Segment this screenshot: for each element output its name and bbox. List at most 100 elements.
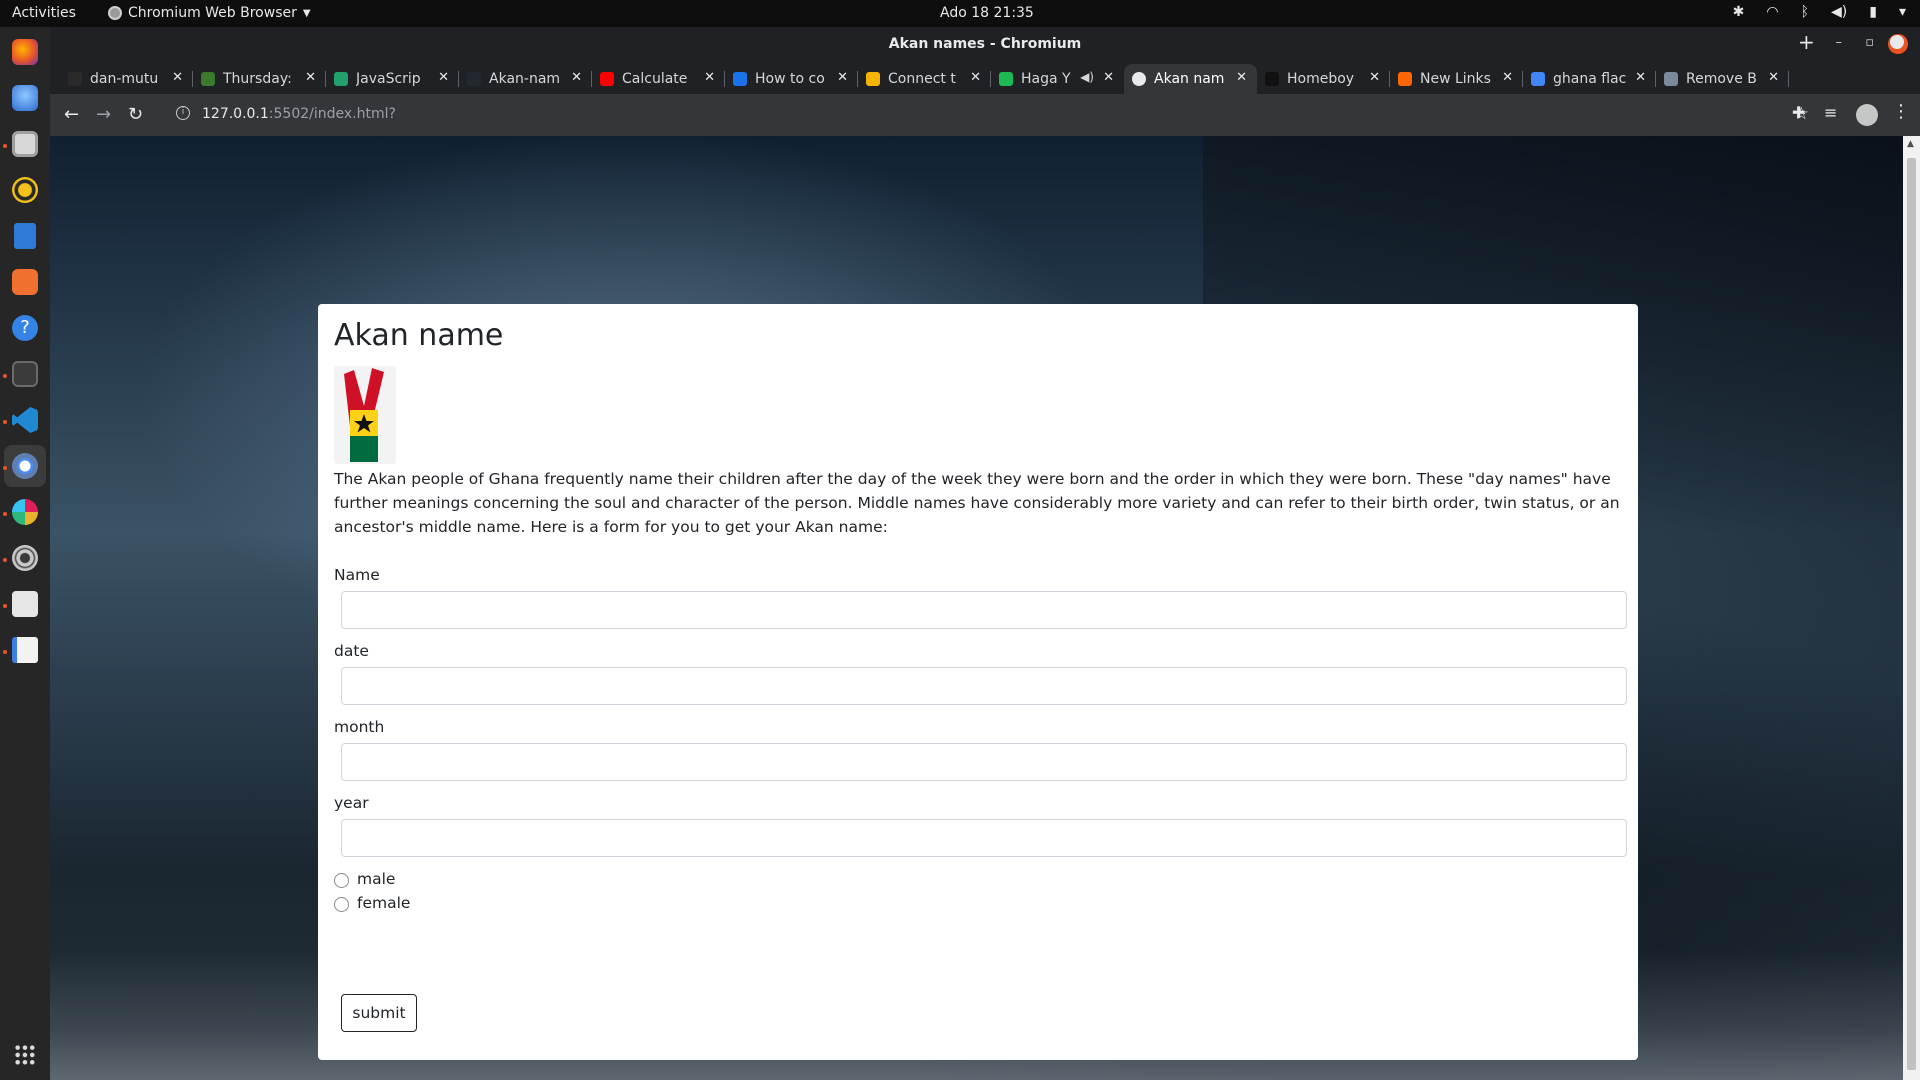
tab-favicon-icon — [68, 72, 82, 86]
submit-button[interactable]: submit — [341, 994, 417, 1032]
volume-icon[interactable]: ◀) — [1831, 4, 1847, 20]
male-option[interactable]: male — [334, 870, 395, 888]
screenshot-icon[interactable] — [12, 591, 38, 617]
address-bar[interactable]: i 127.0.0.1:5502/index.html? ☆ — [160, 99, 1815, 131]
tab-favicon-icon — [1265, 72, 1279, 86]
browser-menu-icon[interactable]: ⋮ — [1892, 101, 1910, 122]
maximize-icon[interactable]: ▫ — [1865, 35, 1874, 50]
url-text[interactable]: 127.0.0.1:5502/index.html? — [202, 106, 396, 122]
new-tab-button[interactable]: + — [1798, 30, 1815, 54]
tab-close-icon[interactable]: ✕ — [1635, 70, 1646, 85]
show-applications-icon[interactable] — [14, 1044, 36, 1066]
browser-tab[interactable]: Connect t ✕ — [858, 64, 991, 94]
tab-close-icon[interactable]: ✕ — [1369, 70, 1380, 85]
settings-icon[interactable] — [12, 545, 38, 571]
date-input[interactable] — [341, 667, 1627, 705]
firefox-icon[interactable] — [12, 39, 38, 65]
media-controls-icon[interactable]: ≡ — [1824, 103, 1837, 122]
slack-icon[interactable] — [12, 499, 38, 525]
site-info-icon[interactable]: i — [176, 106, 190, 120]
profile-avatar-icon[interactable] — [1856, 104, 1878, 126]
power-menu-icon[interactable]: ▾ — [1899, 4, 1906, 20]
browser-tab[interactable]: Homeboy ✕ — [1257, 64, 1390, 94]
minimize-icon[interactable]: – — [1836, 35, 1843, 50]
tab-close-icon[interactable]: ✕ — [305, 70, 316, 85]
running-indicator — [3, 558, 7, 562]
thunderbird-icon[interactable] — [12, 85, 38, 111]
ubuntu-software-icon[interactable] — [12, 269, 38, 295]
browser-tab[interactable]: How to co ✕ — [725, 64, 858, 94]
clock[interactable]: Ado 18 21:35 — [940, 5, 1034, 21]
forward-icon[interactable]: → — [96, 104, 111, 125]
system-tray[interactable]: ✱ ◠ ᛒ ◀) ▮ ▾ — [1733, 4, 1906, 20]
female-label: female — [357, 894, 411, 912]
female-radio[interactable] — [334, 897, 349, 912]
browser-tab[interactable]: dan-mutu ✕ — [60, 64, 193, 94]
tab-close-icon[interactable]: ✕ — [837, 70, 848, 85]
browser-tab[interactable]: Thursday: ✕ — [193, 64, 326, 94]
tab-audio-icon[interactable]: ◀) — [1080, 70, 1094, 84]
tab-favicon-icon — [1132, 72, 1146, 86]
files-icon[interactable] — [12, 131, 38, 157]
help-icon[interactable]: ? — [12, 315, 38, 341]
extensions-icon[interactable]: ✚ — [1792, 103, 1805, 122]
browser-tab[interactable]: Calculate ✕ — [592, 64, 725, 94]
browser-tab[interactable]: Haga Y ◀) ✕ — [991, 64, 1124, 94]
year-input[interactable] — [341, 819, 1627, 857]
libreoffice-writer-icon[interactable] — [14, 223, 36, 249]
month-input[interactable] — [341, 743, 1627, 781]
window-title: Akan names - Chromium — [888, 36, 1082, 52]
tab-close-icon[interactable]: ✕ — [1768, 70, 1779, 85]
url-path: :5502/index.html? — [268, 106, 396, 122]
tab-close-icon[interactable]: ✕ — [172, 70, 183, 85]
back-icon[interactable]: ← — [64, 104, 79, 125]
running-indicator — [3, 512, 7, 516]
tab-favicon-icon — [467, 72, 481, 86]
browser-tab[interactable]: New Links ✕ — [1390, 64, 1523, 94]
year-label: year — [334, 794, 369, 812]
tab-label: ghana flac — [1553, 71, 1627, 87]
tab-close-icon[interactable]: ✕ — [970, 70, 981, 85]
tab-label: Thursday: — [223, 71, 292, 87]
text-editor-icon[interactable] — [12, 637, 38, 663]
name-input[interactable] — [341, 591, 1627, 629]
tab-label: Akan nam — [1154, 71, 1225, 87]
tab-close-icon[interactable]: ✕ — [571, 70, 582, 85]
tab-label: Connect t — [888, 71, 956, 87]
tab-label: Homeboy — [1287, 71, 1355, 87]
chromium-icon[interactable] — [12, 453, 38, 479]
slack-tray-icon[interactable]: ✱ — [1733, 4, 1745, 20]
tab-close-icon[interactable]: ✕ — [704, 70, 715, 85]
male-label: male — [357, 870, 396, 888]
female-option[interactable]: female — [334, 894, 410, 912]
tab-search-icon[interactable] — [1890, 35, 1904, 49]
page-scrollbar[interactable]: ▲ — [1903, 136, 1920, 1080]
month-label: month — [334, 718, 385, 736]
male-radio[interactable] — [334, 873, 349, 888]
terminal-icon[interactable] — [12, 361, 38, 387]
running-indicator — [3, 466, 7, 470]
reload-icon[interactable]: ↻ — [128, 104, 143, 125]
tab-close-icon[interactable]: ✕ — [1502, 70, 1513, 85]
vscode-icon[interactable] — [12, 407, 38, 433]
scrollbar-thumb[interactable] — [1907, 158, 1916, 1070]
scroll-up-arrow-icon[interactable]: ▲ — [1907, 139, 1914, 149]
rhythmbox-icon[interactable] — [12, 177, 38, 203]
browser-tab[interactable]: Akan-nam ✕ — [459, 64, 592, 94]
browser-tab[interactable]: ghana flac ✕ — [1523, 64, 1656, 94]
running-indicator — [3, 420, 7, 424]
activities-button[interactable]: Activities — [12, 5, 76, 21]
browser-tab[interactable]: Akan nam ✕ — [1124, 64, 1257, 94]
bluetooth-icon[interactable]: ᛒ — [1801, 4, 1809, 20]
battery-icon[interactable]: ▮ — [1869, 4, 1877, 20]
tab-close-icon[interactable]: ✕ — [1236, 70, 1247, 85]
browser-tab[interactable]: JavaScrip ✕ — [326, 64, 459, 94]
dock: ? — [0, 27, 50, 1080]
app-menu[interactable]: Chromium Web Browser ▼ — [108, 5, 311, 21]
tab-close-icon[interactable]: ✕ — [438, 70, 449, 85]
browser-tab[interactable]: Remove B ✕ — [1656, 64, 1789, 94]
wifi-icon[interactable]: ◠ — [1766, 4, 1778, 20]
window-titlebar[interactable]: Akan names - Chromium – ▫ ✕ — [50, 27, 1920, 64]
tab-label: Akan-nam — [489, 71, 561, 87]
tab-close-icon[interactable]: ✕ — [1103, 70, 1114, 85]
